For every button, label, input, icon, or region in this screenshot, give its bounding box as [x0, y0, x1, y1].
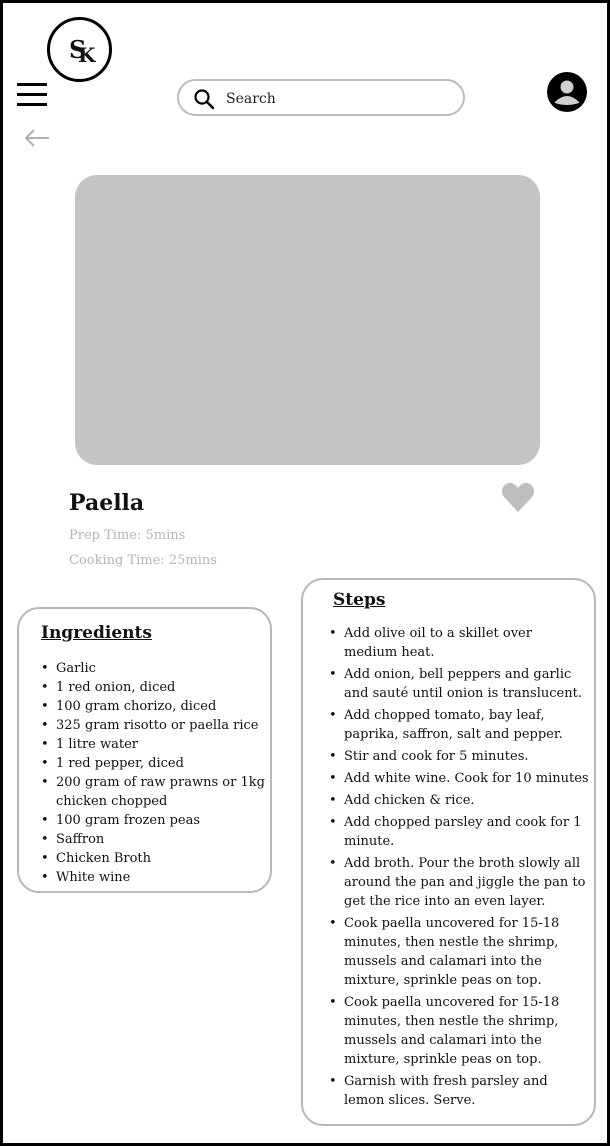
- ingredient-item: Saffron: [39, 830, 267, 849]
- step-item: Cook paella uncovered for 15-18 minutes,…: [327, 993, 589, 1069]
- search-input[interactable]: [226, 88, 446, 110]
- app-frame: S K Paella Prep Time: 5mins Cooking Time…: [0, 0, 610, 1146]
- step-item: Add chopped tomato, bay leaf, paprika, s…: [327, 706, 589, 744]
- ingredient-item: 100 gram frozen peas: [39, 811, 267, 830]
- steps-card: Steps Add olive oil to a skillet over me…: [301, 578, 596, 1126]
- step-item: Add olive oil to a skillet over medium h…: [327, 624, 589, 662]
- search-bar[interactable]: [177, 79, 465, 116]
- ingredient-item: 325 gram risotto or paella rice: [39, 716, 267, 735]
- search-icon: [194, 89, 215, 110]
- ingredient-item: Chicken Broth: [39, 849, 267, 868]
- ingredients-list: Garlic 1 red onion, diced 100 gram chori…: [39, 659, 267, 887]
- recipe-image-placeholder: [75, 175, 540, 465]
- ingredient-item: White wine: [39, 868, 267, 887]
- steps-list: Add olive oil to a skillet over medium h…: [327, 624, 589, 1113]
- cooking-time: Cooking Time: 25mins: [69, 553, 217, 568]
- step-item: Add chicken & rice.: [327, 791, 589, 810]
- heart-icon[interactable]: [501, 481, 535, 513]
- step-item: Cook paella uncovered for 15-18 minutes,…: [327, 914, 589, 990]
- ingredient-item: 1 red pepper, diced: [39, 754, 267, 773]
- step-item: Garnish with fresh parsley and lemon sli…: [327, 1072, 589, 1110]
- user-silhouette-icon: [555, 80, 579, 105]
- ingredient-item: 1 red onion, diced: [39, 678, 267, 697]
- logo-letter-k: K: [78, 43, 96, 67]
- ingredients-heading: Ingredients: [41, 623, 152, 643]
- ingredient-item: 1 litre water: [39, 735, 267, 754]
- step-item: Add broth. Pour the broth slowly all aro…: [327, 854, 589, 911]
- ingredient-item: 100 gram chorizo, diced: [39, 697, 267, 716]
- prep-time: Prep Time: 5mins: [69, 528, 186, 543]
- hamburger-menu-icon[interactable]: [17, 83, 47, 107]
- ingredients-card: Ingredients Garlic 1 red onion, diced 10…: [17, 607, 272, 893]
- logo[interactable]: S K: [47, 17, 112, 82]
- back-arrow-icon[interactable]: [23, 127, 51, 149]
- ingredient-item: 200 gram of raw prawns or 1kg chicken ch…: [39, 773, 267, 811]
- step-item: Add chopped parsley and cook for 1 minut…: [327, 813, 589, 851]
- step-item: Add onion, bell peppers and garlic and s…: [327, 665, 589, 703]
- recipe-title: Paella: [69, 490, 145, 516]
- step-item: Add white wine. Cook for 10 minutes: [327, 769, 589, 788]
- user-avatar-icon[interactable]: [547, 72, 587, 112]
- step-item: Stir and cook for 5 minutes.: [327, 747, 589, 766]
- ingredient-item: Garlic: [39, 659, 267, 678]
- steps-heading: Steps: [333, 590, 386, 610]
